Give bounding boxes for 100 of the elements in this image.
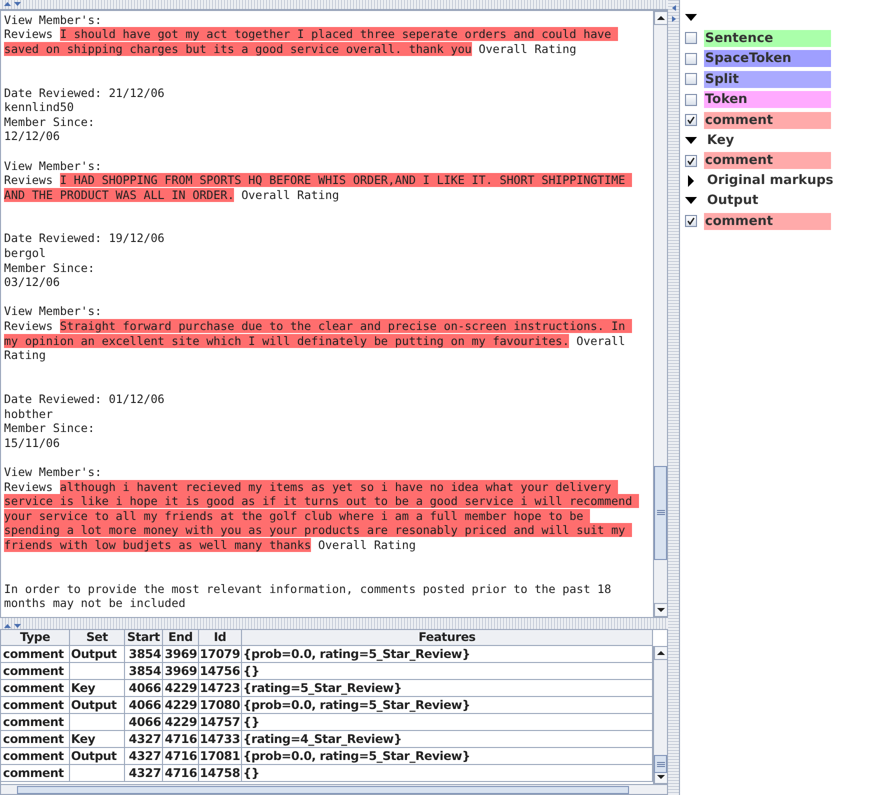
table-cell: 3854 (128, 664, 161, 678)
expanded-triangle-icon[interactable] (685, 14, 697, 22)
table-cell: 4716 (164, 766, 197, 780)
document-text: 15/11/06 (4, 436, 60, 450)
document-text: Reviews (4, 173, 54, 188)
table-cell: {prob=0.0, rating=5_Star_Review} (243, 749, 470, 763)
check-icon (687, 217, 695, 226)
annotation-type-label[interactable]: SpaceToken (704, 50, 831, 68)
table-cell: Output (71, 647, 117, 661)
annotated-text: service is like i hope it is good as if it turns out to be a good service i will recommend (4, 494, 640, 508)
table-cell: 4327 (128, 732, 161, 746)
table-cell: Output (71, 698, 117, 712)
checkbox[interactable] (685, 32, 697, 44)
grip-icon (656, 762, 664, 766)
table-cell: 14733 (200, 732, 240, 746)
annotation-set-label[interactable]: Original markups (707, 171, 834, 191)
table-cell: 4066 (128, 698, 161, 712)
table-cell: {rating=4_Star_Review} (243, 732, 402, 746)
column-header[interactable]: Id (199, 630, 242, 645)
scroll-up-icon[interactable] (654, 10, 668, 25)
table-cell: {prob=0.0, rating=5_Star_Review} (243, 698, 470, 712)
annotated-text: friends with low budjets as well many thanks (4, 538, 312, 552)
table-cell: {rating=5_Star_Review} (243, 681, 402, 695)
table-cell: 4327 (128, 766, 161, 780)
document-text: Date Reviewed: 01/12/06 (4, 392, 165, 406)
document-text: kennlind50 (4, 100, 74, 114)
checkbox[interactable] (685, 154, 697, 167)
table-cell: 4066 (128, 715, 161, 729)
document-text: hobther (4, 406, 53, 421)
document-text: 03/12/06 (4, 275, 60, 290)
document-text: Member Since: (4, 260, 95, 275)
annotated-text: saved on shipping charges but its a good service overall. thank you (4, 42, 472, 56)
annotation-type-label[interactable]: Token (704, 91, 831, 108)
annotated-text: your service to all my friends at the golf club where i am a full member hope to be (4, 508, 590, 523)
scroll-thumb[interactable] (654, 466, 667, 560)
table-cell: 3969 (164, 664, 197, 678)
annotation-set-label[interactable]: Key (707, 130, 734, 150)
expanded-triangle-icon[interactable] (685, 136, 697, 144)
scroll-thumb[interactable] (17, 786, 629, 794)
table-cell: 14757 (200, 715, 240, 729)
table-cell: {} (243, 715, 260, 729)
document-text: In order to provide the most relevant information, comments posted prior to the past 18 (4, 582, 612, 596)
document-text: View Member's: (4, 158, 102, 173)
document-text: Reviews (4, 27, 54, 42)
annotated-text: I should have got my act together I placed three seperate orders and could have (60, 27, 618, 42)
annotation-type-label[interactable]: comment (704, 212, 831, 230)
document-text: View Member's: (4, 304, 102, 318)
document-text: Overall Rating (240, 188, 340, 202)
scroll-down-icon[interactable] (654, 602, 668, 617)
document-text: Rating (4, 348, 46, 362)
collapsed-triangle-icon[interactable] (687, 175, 695, 187)
table-cell: comment (3, 664, 64, 678)
checkbox[interactable] (685, 52, 697, 65)
annotation-type-label[interactable]: Split (704, 70, 831, 88)
vertical-scrollbar[interactable] (653, 646, 667, 784)
document-text: months may not be included (4, 596, 186, 610)
annotation-type-label[interactable]: comment (704, 152, 831, 170)
checkbox[interactable] (685, 94, 697, 106)
table-cell: Output (71, 749, 117, 763)
document-text: Overall Rating (478, 42, 576, 56)
table-cell: 17080 (200, 698, 240, 712)
column-header[interactable]: Start (125, 630, 163, 645)
table-cell: comment (3, 715, 64, 729)
scroll-thumb[interactable] (654, 755, 667, 773)
document-text: Date Reviewed: 19/12/06 (4, 231, 165, 246)
table-cell: 4229 (164, 715, 197, 729)
annotation-set-label[interactable]: Output (707, 191, 758, 211)
table-cell: Key (71, 681, 96, 695)
column-header[interactable]: End (163, 630, 199, 645)
document-text: 12/12/06 (4, 129, 60, 144)
expanded-triangle-icon[interactable] (685, 197, 697, 205)
table-cell: 14756 (200, 664, 240, 678)
checkbox[interactable] (685, 73, 697, 86)
checkbox[interactable] (685, 215, 697, 228)
column-header[interactable]: Type (1, 630, 70, 645)
horizontal-scrollbar[interactable] (1, 784, 667, 794)
document-text: View Member's: (4, 12, 102, 27)
annotated-text: I HAD SHOPPING FROM SPORTS HQ BEFORE WHIS ORDER,AND I LIKE IT. SHORT SHIPPINGTIME (60, 173, 632, 188)
table-cell: 3854 (128, 647, 161, 661)
annotation-type-label[interactable]: comment (704, 112, 831, 129)
column-header[interactable]: Features (242, 630, 653, 645)
vertical-scrollbar[interactable] (653, 10, 667, 617)
table-cell: 4229 (164, 681, 197, 695)
check-icon (687, 116, 695, 124)
column-header[interactable]: Set (70, 630, 125, 645)
table-cell: comment (3, 749, 64, 763)
checkbox[interactable] (685, 114, 697, 126)
table-cell: {prob=0.0, rating=5_Star_Review} (243, 647, 470, 661)
annotation-type-label[interactable]: Sentence (704, 30, 831, 47)
scroll-up-icon[interactable] (654, 646, 668, 660)
table-cell: Key (71, 732, 96, 746)
table-cell: {} (243, 766, 260, 780)
table-cell: 14723 (200, 681, 240, 695)
document-text: Member Since: (4, 114, 95, 129)
split-arrows-icon[interactable] (670, 4, 676, 24)
table-cell: 4066 (128, 681, 161, 695)
split-arrows-icon[interactable] (3, 623, 23, 629)
table-cell: 4716 (164, 732, 197, 746)
annotated-text: Straight forward purchase due to the clear and precise on-screen instructions. In (60, 319, 632, 334)
split-arrows-icon[interactable] (3, 1, 23, 8)
